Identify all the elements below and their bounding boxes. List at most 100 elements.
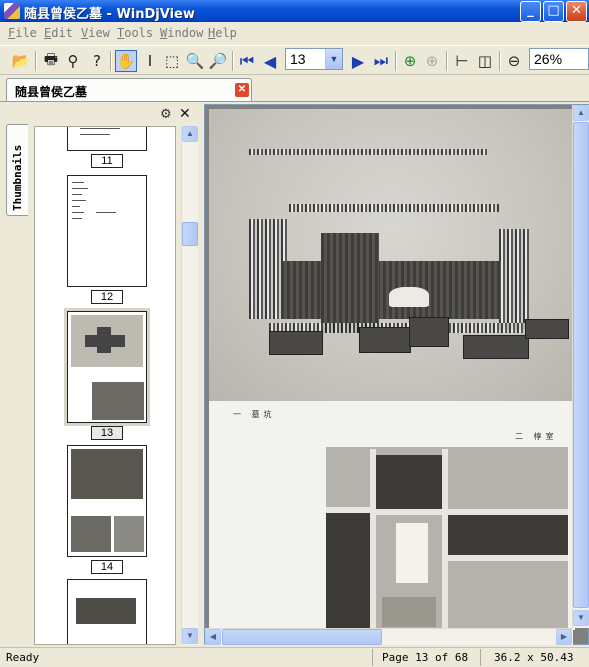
- truck: [463, 335, 529, 359]
- truck: [359, 327, 411, 353]
- menu-help[interactable]: Help: [208, 26, 237, 40]
- find-binoculars-icon[interactable]: ⚲: [62, 50, 84, 72]
- document-tab[interactable]: 随县曾侯乙墓 ✕: [6, 78, 252, 102]
- thumbnail-label-11: 11: [91, 154, 123, 168]
- minimize-button[interactable]: _: [520, 1, 541, 22]
- thumbnails-tab-label: Thumbnails: [11, 144, 24, 211]
- zoom-rect-icon[interactable]: 🔎: [207, 50, 229, 72]
- thumb-photo: [114, 516, 144, 552]
- close-panel-icon[interactable]: ✕: [179, 106, 191, 122]
- hand-tool-icon[interactable]: ✋: [115, 50, 137, 72]
- fit-page-icon[interactable]: ⊢: [451, 50, 473, 72]
- toolbar-separator: [232, 51, 234, 71]
- thumb-photo: [71, 516, 111, 552]
- document-tab-label: 随县曾侯乙墓: [15, 85, 88, 99]
- status-ready: Ready: [6, 651, 40, 664]
- chamber-section: [326, 513, 370, 630]
- chamber-wall: [448, 555, 568, 561]
- thumbnail-label-14: 14: [91, 560, 123, 574]
- rect-select-icon[interactable]: ⬚: [161, 50, 183, 72]
- scroll-down-icon[interactable]: ▼: [182, 628, 198, 644]
- coffin: [396, 523, 428, 583]
- thumbnail-14[interactable]: [67, 445, 147, 557]
- scroll-thumb[interactable]: [573, 122, 589, 608]
- maximize-button[interactable]: □: [543, 1, 564, 22]
- document-view[interactable]: 一 墓坑 二 椁室 ▲ ▼ ◀ ▶: [204, 104, 589, 645]
- horizontal-scrollbar[interactable]: ◀ ▶: [205, 628, 573, 645]
- scroll-thumb[interactable]: [222, 629, 382, 645]
- print-icon[interactable]: 🖶: [40, 50, 62, 72]
- scroll-up-icon[interactable]: ▲: [573, 105, 589, 121]
- text-line: [80, 134, 110, 135]
- status-bar: Ready Page 13 of 68 36.2 x 50.43: [0, 647, 589, 667]
- caption-bottom: 二 椁室: [515, 432, 558, 441]
- zoom-value: 26%: [534, 51, 563, 67]
- last-page-icon[interactable]: ⏭: [370, 50, 392, 72]
- artifacts: [382, 597, 436, 627]
- forward-icon[interactable]: ⊕: [421, 50, 443, 72]
- scroll-up-icon[interactable]: ▲: [182, 126, 198, 142]
- close-tab-icon[interactable]: ✕: [235, 83, 249, 97]
- title-bar[interactable]: 随县曾侯乙墓 - WinDjView _ □ ✕: [0, 0, 589, 22]
- page-scrollbar[interactable]: ▲ ▼: [572, 105, 589, 628]
- status-page: Page 13 of 68: [382, 651, 469, 664]
- menu-window[interactable]: Window: [160, 26, 203, 40]
- menu-file[interactable]: File: [8, 26, 37, 40]
- truck: [269, 331, 323, 355]
- status-divider: [480, 649, 481, 666]
- text-line: [72, 200, 86, 201]
- zoom-combo[interactable]: 26%: [529, 48, 589, 70]
- thumbnails-panel: ⚙ ✕ 11 12 13 14 ▲ ▼: [28, 104, 198, 645]
- menu-bar: File Edit View Tools Window Help: [0, 22, 589, 44]
- close-window-button[interactable]: ✕: [566, 1, 587, 22]
- text-line: [80, 128, 120, 129]
- scroll-thumb[interactable]: [182, 222, 198, 246]
- two-page-icon[interactable]: ◫: [474, 50, 496, 72]
- scroll-right-icon[interactable]: ▶: [556, 629, 572, 645]
- menu-edit[interactable]: Edit: [44, 26, 73, 40]
- thumb-pit: [97, 327, 111, 353]
- truck: [525, 319, 569, 339]
- gear-icon[interactable]: ⚙: [160, 107, 172, 122]
- thumb-photo: [71, 449, 143, 499]
- tomb-pit: [321, 233, 379, 333]
- prev-page-icon[interactable]: ◀: [259, 50, 281, 72]
- page-13: 一 墓坑 二 椁室: [209, 109, 575, 630]
- caption-top: 一 墓坑: [233, 410, 276, 419]
- open-folder-icon[interactable]: 📂: [10, 50, 32, 72]
- text-line: [72, 206, 80, 207]
- toolbar-separator: [499, 51, 501, 71]
- text-line: [96, 212, 116, 213]
- toolbar-separator: [35, 51, 37, 71]
- page-number-combo[interactable]: 13 ▼: [285, 48, 343, 70]
- thumbnail-15[interactable]: [67, 579, 147, 644]
- thumbnail-12[interactable]: [67, 175, 147, 287]
- crowd: [249, 149, 489, 155]
- excavation-photo: [209, 109, 575, 401]
- next-page-icon[interactable]: ▶: [347, 50, 369, 72]
- status-size: 36.2 x 50.43: [494, 651, 574, 664]
- scroll-down-icon[interactable]: ▼: [573, 610, 589, 626]
- zoom-out-icon[interactable]: ⊖: [503, 50, 525, 72]
- menu-view[interactable]: View: [81, 26, 110, 40]
- thumbnail-11[interactable]: [67, 127, 147, 151]
- chamber-wall: [370, 449, 376, 629]
- app-icon: [4, 3, 20, 19]
- thumbnail-13[interactable]: [67, 311, 147, 423]
- thumbnail-scrollbar[interactable]: ▲ ▼: [181, 126, 198, 645]
- truck: [409, 317, 449, 347]
- page-number-value: 13: [290, 51, 306, 67]
- scroll-left-icon[interactable]: ◀: [205, 629, 221, 645]
- text-select-icon[interactable]: I: [139, 50, 161, 72]
- thumb-photo: [92, 382, 144, 420]
- chevron-down-icon[interactable]: ▼: [325, 49, 342, 69]
- help-icon[interactable]: ?: [86, 50, 108, 72]
- status-divider: [372, 649, 373, 666]
- thumbnails-tab[interactable]: Thumbnails: [6, 124, 28, 216]
- thumb-photo: [71, 315, 143, 367]
- zoom-icon[interactable]: 🔍: [184, 50, 206, 72]
- first-page-icon[interactable]: ⏮: [236, 50, 258, 72]
- menu-tools[interactable]: Tools: [117, 26, 153, 40]
- crowd: [289, 204, 499, 212]
- back-icon[interactable]: ⊕: [399, 50, 421, 72]
